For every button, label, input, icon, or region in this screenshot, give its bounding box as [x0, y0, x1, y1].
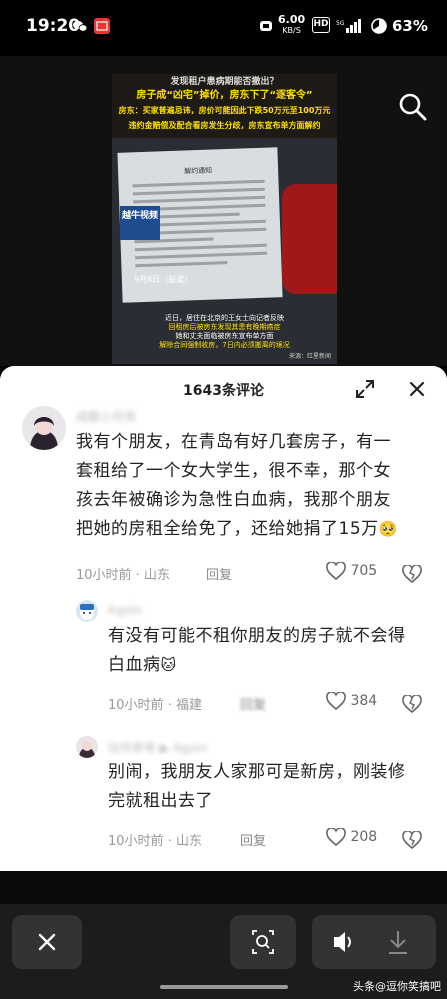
comment-panel: 1643条评论 成都小月亮 我有个朋友，在青岛有好几套房子，有一 套租给了一个女…: [0, 366, 447, 871]
broken-heart-icon: [402, 829, 422, 849]
video-headline-area: 发现租户患病期能否撤出？ 房子成“凶宅”掉价，房东下了“逐客令” 房东：买家普遍…: [112, 74, 337, 138]
reply-text-line: 完就租出去了: [108, 791, 213, 811]
subtitle-line-4: 解除合同强制收房，7日内必须搬离的境况: [159, 341, 290, 349]
reply-text-line: 有没有可能不租你朋友的房子就不会得: [108, 626, 406, 646]
video-date-label: 9月8日（报道）: [134, 275, 193, 284]
subtitle-line-2: 回租房后被房东发现其患有晚期癌症: [168, 323, 281, 331]
reply-meta: 10小时前 · 福建: [108, 698, 202, 713]
like-count: 705: [350, 563, 378, 579]
close-icon: [38, 933, 56, 951]
video-headline-2: 房东：买家普遍忌讳，房价可能因此下跌50万元至100万元: [118, 106, 331, 115]
app-notification-icon: [94, 18, 110, 34]
pleading-emoji-icon: 🥺: [378, 520, 398, 538]
video-headline-1: 房子成“凶宅”掉价，房东下了“逐客令”: [136, 90, 313, 101]
bluetooth-icon: [258, 18, 274, 34]
status-bar: 19:20 6.00 KB/S HD 5G 63%: [0, 0, 447, 56]
video-headline-3: 违约金赔偿及配合看房发生分歧，房东宣布单方面解约: [128, 121, 321, 130]
scan-button[interactable]: [230, 915, 296, 969]
reply-text: 别闹，我朋友人家那可是新房，刚装修 完就租出去了: [108, 758, 438, 816]
reply-text-line: 白血病: [108, 655, 161, 675]
red-couplet: [282, 184, 337, 294]
dislike-button[interactable]: [402, 693, 422, 713]
reply-button[interactable]: 回复: [240, 694, 266, 713]
video-headline-top: 发现租户患病期能否撤出？: [170, 77, 279, 87]
scan-search-icon: [252, 930, 274, 954]
hd-badge: HD: [312, 17, 330, 33]
home-indicator[interactable]: [160, 985, 288, 989]
close-button[interactable]: [12, 915, 82, 969]
subtitle-line-1: 近日，居住在北京的王女士向记者反映: [165, 314, 284, 322]
search-icon: [399, 93, 427, 121]
cat-emoji-icon: 🐱: [160, 656, 177, 674]
broken-heart-icon: [402, 563, 422, 583]
volume-icon[interactable]: [312, 915, 374, 969]
reply-username[interactable]: Agoin: [108, 603, 142, 617]
like-count: 208: [350, 829, 378, 845]
like-count: 384: [350, 693, 378, 709]
comment-text: 我有个朋友，在青岛有好几套房子，有一 套租给了一个女大学生，很不幸，那个女 孩去…: [76, 428, 436, 544]
battery-percent: 63%: [392, 17, 428, 35]
comment-text-line: 套租给了一个女大学生，很不幸，那个女: [76, 461, 391, 481]
reply-button[interactable]: 回复: [240, 830, 266, 849]
avatar[interactable]: [76, 600, 98, 622]
net-speed-unit: KB/S: [282, 26, 301, 35]
avatar[interactable]: [22, 406, 66, 450]
search-button[interactable]: [398, 92, 428, 122]
video-player[interactable]: 发现租户患病期能否撤出？ 房子成“凶宅”掉价，房东下了“逐客令” 房东：买家普遍…: [0, 56, 447, 366]
comment-text-line: 孩去年被确诊为急性白血病，我那个朋友: [76, 490, 391, 510]
reply-item[interactable]: Agoin 有没有可能不租你朋友的房子就不会得 白血病🐱 10小时前 · 福建 …: [0, 594, 447, 724]
reply-text: 有没有可能不租你朋友的房子就不会得 白血病🐱: [108, 622, 438, 680]
video-thumbnail: 发现租户患病期能否撤出？ 房子成“凶宅”掉价，房东下了“逐客令” 房东：买家普遍…: [112, 74, 337, 364]
dislike-button[interactable]: [402, 829, 422, 849]
like-button[interactable]: 705: [326, 561, 378, 581]
battery-icon: [370, 18, 390, 34]
subtitle-line-3: 她和丈夫面临被房东宣布单方面: [175, 332, 274, 340]
download-icon[interactable]: [374, 915, 436, 969]
like-button[interactable]: 384: [326, 691, 378, 711]
media-controls: [312, 915, 436, 969]
avatar[interactable]: [76, 736, 98, 758]
like-button[interactable]: 208: [326, 827, 378, 847]
comment-meta: 10小时前 · 山东: [76, 568, 170, 583]
comment-text-line: 我有个朋友，在青岛有好几套房子，有一: [76, 432, 391, 452]
reply-text-line: 别闹，我朋友人家那可是新房，刚装修: [108, 762, 406, 782]
video-source-credit: 来源：红星新闻: [288, 353, 331, 360]
doc-title: 解约通知: [183, 166, 213, 176]
reply-username[interactable]: 仅作参考 ▶ Agoin: [108, 739, 207, 756]
reply-button[interactable]: 回复: [206, 564, 232, 583]
comment-username[interactable]: 成都小月亮: [76, 408, 136, 425]
reply-item[interactable]: 仅作参考 ▶ Agoin 别闹，我朋友人家那可是新房，刚装修 完就租出去了 10…: [0, 732, 447, 862]
watermark: 头条@逗你笑搞吧: [353, 980, 441, 993]
video-subtitle: 近日，居住在北京的王女士向记者反映 回租房后被房东发现其患有晚期癌症 她和丈夫面…: [122, 314, 327, 350]
heart-icon: [326, 561, 346, 581]
net-speed-value: 6.00: [278, 13, 306, 26]
heart-icon: [326, 691, 346, 711]
dislike-button[interactable]: [402, 563, 422, 583]
comment-item[interactable]: 成都小月亮 我有个朋友，在青岛有好几套房子，有一 套租给了一个女大学生，很不幸，…: [0, 366, 447, 596]
signal-icon: 5G: [336, 18, 362, 34]
heart-icon: [326, 827, 346, 847]
video-source-logo: 越牛视频: [120, 206, 160, 240]
net-speed: 6.00 KB/S: [278, 14, 305, 36]
svg-text:5G: 5G: [336, 20, 345, 27]
comment-text-line: 把她的房租全给免了，还给她捐了15万: [76, 519, 379, 539]
wechat-icon: [72, 18, 88, 34]
reply-meta: 10小时前 · 山东: [108, 834, 202, 849]
broken-heart-icon: [402, 693, 422, 713]
